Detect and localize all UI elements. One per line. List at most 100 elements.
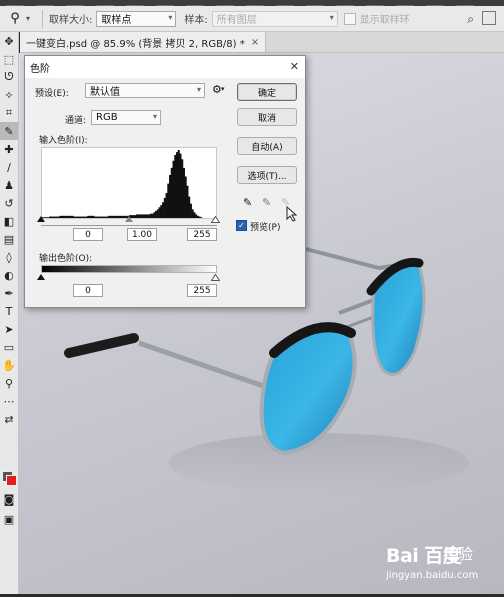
screen-mode-icon[interactable]: ▣ (0, 510, 18, 528)
input-gamma-field[interactable]: 1.00 (127, 228, 157, 241)
swap-colors-icon[interactable]: ⇄ (0, 410, 18, 428)
histogram-bin (191, 209, 194, 218)
chevron-down-icon[interactable]: ▾ (26, 14, 30, 23)
eyedropper-icon[interactable]: ⚲ (6, 11, 24, 26)
output-levels-label: 输出色阶(O): (39, 254, 93, 264)
chevron-down-icon[interactable]: ▾ (221, 85, 225, 93)
input-black-slider[interactable] (37, 216, 45, 222)
histogram-bin (193, 212, 196, 218)
dodge-tool-icon[interactable]: ◐ (0, 266, 18, 284)
close-icon[interactable]: × (251, 37, 259, 48)
clone-stamp-tool-icon[interactable]: ♟ (0, 176, 18, 194)
histogram-bin (175, 152, 179, 218)
output-black-slider[interactable] (37, 274, 45, 280)
background-color-swatch[interactable] (6, 475, 17, 486)
eyedropper-tool-icon[interactable]: ✎ (0, 122, 18, 140)
chevron-down-icon: ▾ (196, 85, 201, 94)
brush-tool-icon[interactable]: ∕ (0, 158, 18, 176)
preview-checkbox[interactable]: ✓ (236, 220, 247, 231)
histogram-bin (196, 215, 199, 218)
histogram-bin (83, 216, 86, 218)
magic-wand-tool-icon[interactable]: ✧ (0, 86, 18, 104)
search-icon[interactable]: ⌕ (467, 12, 474, 27)
histogram-bin (97, 216, 100, 218)
histogram-bin (148, 214, 151, 218)
histogram-bin (73, 216, 76, 218)
histogram-bin (170, 167, 173, 218)
histogram-bin (87, 215, 90, 218)
output-black-field[interactable]: 0 (73, 284, 103, 297)
histogram-bin (116, 215, 119, 218)
history-brush-tool-icon[interactable]: ↺ (0, 194, 18, 212)
sample-select[interactable]: 所有图层 ▾ (211, 10, 338, 27)
lasso-tool-icon[interactable]: ᘎ (0, 68, 18, 86)
pen-tool-icon[interactable]: ✒ (0, 284, 18, 302)
histogram-bin (160, 205, 163, 218)
document-tab[interactable]: 一键变白.psd @ 85.9% (背景 拷贝 2, RGB/8) * × (20, 32, 267, 52)
histogram-bin (122, 215, 125, 218)
channel-select[interactable]: RGB ▾ (91, 110, 161, 125)
histogram-bin (141, 214, 144, 218)
histogram-bin (181, 159, 184, 218)
histogram-bin (156, 209, 159, 218)
show-ring-label: 显示取样环 (359, 15, 410, 26)
histogram-bin (45, 217, 48, 218)
histogram-bin (111, 215, 114, 218)
output-white-slider[interactable] (211, 274, 220, 281)
healing-brush-tool-icon[interactable]: ✚ (0, 140, 18, 158)
move-tool-icon[interactable]: ✥ (0, 32, 18, 50)
histogram-bin (139, 214, 142, 218)
histogram-bin (90, 215, 93, 218)
histogram-bin (69, 215, 72, 218)
histogram-bin (162, 202, 165, 218)
histogram-bin (184, 176, 187, 218)
auto-button[interactable]: 自动(A) (237, 137, 297, 155)
input-gamma-slider[interactable] (125, 216, 133, 222)
output-gradient-bar (41, 265, 217, 273)
levels-dialog-titlebar[interactable]: 色阶 ✕ (25, 56, 305, 78)
histogram-bin (189, 203, 192, 218)
eraser-tool-icon[interactable]: ◧ (0, 212, 18, 230)
rectangle-tool-icon[interactable]: ▭ (0, 338, 18, 356)
histogram-bin (48, 216, 51, 218)
ok-button[interactable]: 确定 (237, 83, 297, 101)
sample-size-select[interactable]: 取样点 ▾ (96, 10, 177, 27)
histogram-bin (158, 207, 161, 218)
sample-value: 所有图层 (216, 15, 257, 26)
histogram-bin (71, 215, 74, 218)
close-icon[interactable]: ✕ (290, 60, 299, 73)
histogram-bin (62, 215, 65, 218)
type-tool-icon[interactable]: T (0, 302, 18, 320)
zoom-tool-icon[interactable]: ⚲ (0, 374, 18, 392)
histogram-bin (120, 215, 123, 218)
input-levels-label: 输入色阶(I): (39, 136, 88, 146)
histogram-bin (118, 215, 121, 218)
histogram-bin (82, 216, 85, 218)
workspace-icon[interactable] (482, 11, 496, 25)
input-black-field[interactable]: 0 (73, 228, 103, 241)
histogram-bin (52, 216, 55, 218)
show-ring-checkbox[interactable] (343, 12, 356, 25)
blur-tool-icon[interactable]: ◊ (0, 248, 18, 266)
gray-point-eyedropper-icon[interactable]: ✎ (262, 196, 271, 209)
crop-tool-icon[interactable]: ⌗ (0, 104, 18, 122)
hand-tool-icon[interactable]: ✋ (0, 356, 18, 374)
input-white-field[interactable]: 255 (187, 228, 217, 241)
path-selection-tool-icon[interactable]: ➤ (0, 320, 18, 338)
output-white-field[interactable]: 255 (187, 284, 217, 297)
options-button[interactable]: 选项(T)... (237, 166, 297, 184)
quick-mask-icon[interactable]: ◙ (0, 490, 18, 508)
input-white-slider[interactable] (211, 216, 220, 223)
levels-dialog: 色阶 ✕ 预设(E): 默认值 ▾ ⚙ ▾ 通道: RGB ▾ 输入色阶(I):… (24, 55, 306, 308)
more-tools-icon[interactable]: ⋯ (0, 392, 18, 410)
preset-label: 预设(E): (35, 89, 69, 99)
histogram-bin (66, 215, 69, 218)
black-point-eyedropper-icon[interactable]: ✎ (243, 196, 252, 209)
gradient-tool-icon[interactable]: ▤ (0, 230, 18, 248)
histogram-bin (155, 210, 158, 218)
histogram-bin (55, 216, 58, 218)
marquee-tool-icon[interactable]: ⬚ (0, 50, 18, 68)
jingyan-text: 经验 (443, 545, 474, 563)
preset-select[interactable]: 默认值 ▾ (85, 83, 205, 98)
cancel-button[interactable]: 取消 (237, 108, 297, 126)
